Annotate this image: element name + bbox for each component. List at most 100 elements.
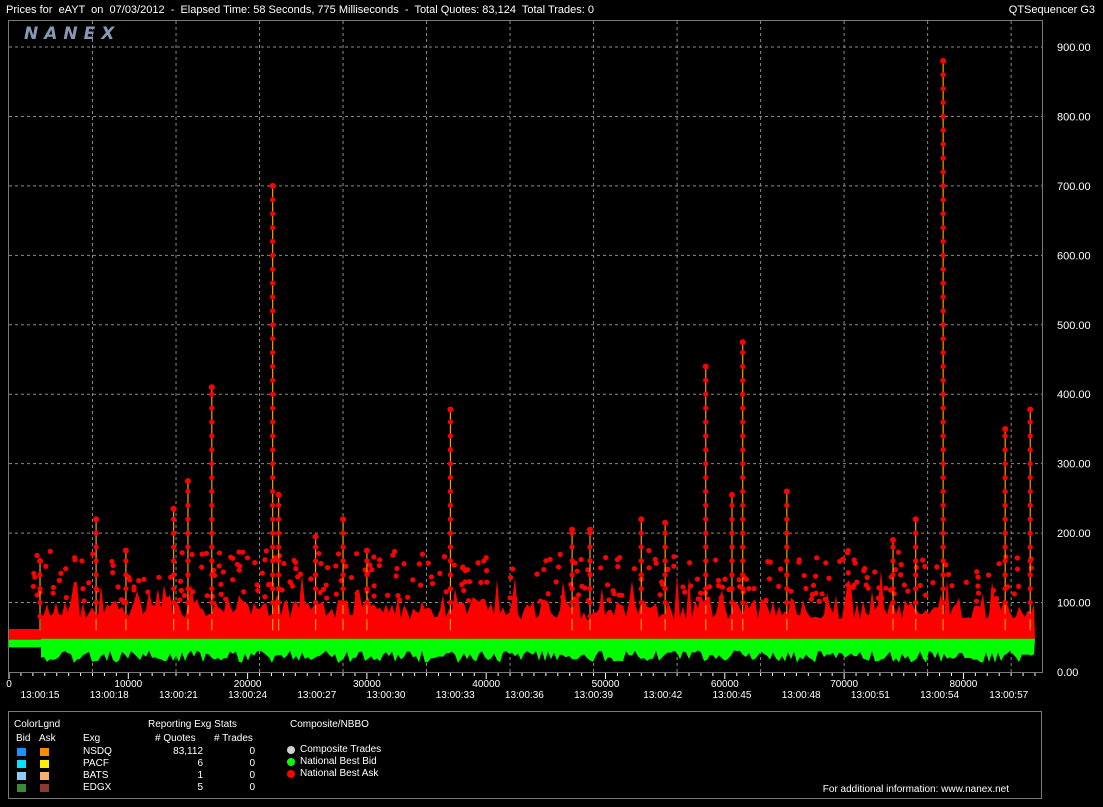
ask-spike-peak: [184, 478, 191, 485]
ask-spike-point: [729, 599, 735, 606]
time-tick-label: 13:00:36: [505, 690, 544, 701]
y-tick-label: 800.00: [1057, 111, 1091, 123]
ask-spike-point: [364, 613, 370, 620]
ask-spike-point: [364, 586, 370, 592]
ask-spike-point: [740, 530, 746, 536]
ask-spike-point: [940, 530, 946, 536]
ask-point: [478, 579, 484, 586]
exchange-name: BATS: [83, 770, 109, 781]
ask-spike-point: [185, 530, 191, 536]
ask-point: [262, 557, 268, 563]
ask-spike-point: [447, 488, 454, 495]
ask-spike-point: [913, 558, 919, 564]
ask-point: [812, 573, 819, 579]
ask-spike-point: [940, 127, 946, 133]
ask-point: [687, 560, 693, 566]
ask-spike-point: [270, 544, 276, 550]
ask-point: [657, 592, 663, 598]
ask-spike-point: [209, 391, 215, 397]
ask-point: [990, 587, 997, 594]
ask-spike-point: [940, 197, 946, 203]
ask-spike-peak: [37, 557, 44, 564]
ask-spike-point: [185, 613, 191, 620]
ask-point: [80, 585, 86, 592]
ask-spike-point: [270, 419, 276, 425]
ask-point: [615, 563, 621, 570]
ask-spike-peak: [447, 406, 454, 413]
ask-spike-point: [662, 599, 668, 606]
ask-point: [218, 581, 224, 587]
ask-spike-point: [940, 433, 946, 439]
ask-spike-point: [729, 558, 735, 564]
ask-point: [614, 556, 621, 563]
x-tick-label: 80000: [950, 679, 978, 690]
ask-point: [1011, 591, 1017, 597]
ask-spike-point: [276, 599, 282, 606]
ask-spike-point: [209, 558, 215, 564]
ask-point: [441, 554, 448, 560]
ask-spike-point: [276, 544, 282, 550]
ask-spike-point: [913, 572, 919, 578]
ask-point: [56, 577, 62, 584]
bid-band: [41, 638, 1035, 663]
ask-spike-point: [703, 488, 709, 495]
ask-color-swatch: [40, 772, 49, 780]
ask-spike-point: [740, 391, 746, 397]
ask-spike-point: [890, 558, 896, 564]
ask-point: [145, 589, 151, 595]
ask-point: [79, 558, 85, 564]
ask-point: [405, 594, 411, 600]
x-tick-label: 20000: [234, 679, 262, 690]
ask-spike-point: [940, 558, 946, 564]
ask-spike-point: [340, 530, 346, 536]
ask-spike-point: [270, 558, 276, 564]
ask-spike-point: [209, 572, 215, 578]
ask-spike-point: [171, 572, 177, 578]
ask-spike-point: [1027, 461, 1033, 467]
ask-spike-point: [313, 586, 319, 592]
ask-point: [803, 585, 809, 592]
ask-point: [354, 591, 360, 597]
exchange-trades: 0: [249, 746, 255, 757]
ask-point: [917, 582, 923, 589]
ask-spike-point: [784, 599, 790, 606]
ask-spike-point: [93, 599, 99, 606]
ask-spike-point: [185, 488, 191, 495]
ask-point: [945, 571, 952, 578]
ask-point: [430, 581, 436, 587]
ask-spike-point: [270, 322, 276, 328]
exchange-quotes: 5: [197, 782, 203, 793]
ask-point: [864, 574, 870, 581]
ask-point: [718, 594, 724, 601]
ask-spike-point: [1027, 419, 1033, 425]
ask-point: [216, 550, 223, 556]
ask-spike-point: [270, 266, 276, 272]
ask-spike-point: [784, 572, 790, 578]
ask-point: [475, 560, 481, 566]
ask-point: [845, 582, 851, 588]
ask-spike-point: [703, 405, 709, 411]
ask-spike-point: [1002, 572, 1008, 578]
ask-spike-point: [1027, 613, 1033, 620]
ask-spike-point: [940, 183, 946, 189]
ask-point: [688, 583, 694, 589]
ask-spike-point: [209, 599, 215, 606]
bid-band-start: [9, 639, 41, 648]
ask-point: [975, 590, 982, 596]
ask-point: [259, 570, 265, 576]
ask-spike-point: [270, 405, 276, 411]
time-tick-label: 13:00:51: [851, 690, 890, 701]
ask-spike-point: [270, 586, 276, 592]
composite-label: National Best Bid: [300, 756, 377, 767]
ask-spike-point: [703, 461, 709, 467]
ask-spike-point: [270, 474, 276, 481]
ask-spike-point: [940, 377, 946, 383]
composite-label: Composite Trades: [300, 744, 382, 755]
ask-spike-point: [185, 516, 191, 522]
ask-spike-point: [703, 586, 709, 592]
ask-column-label: Ask: [39, 733, 56, 744]
exchange-quotes: 83,112: [173, 746, 203, 757]
ask-point: [181, 592, 188, 599]
ask-point: [204, 593, 210, 599]
ask-point: [385, 592, 391, 598]
